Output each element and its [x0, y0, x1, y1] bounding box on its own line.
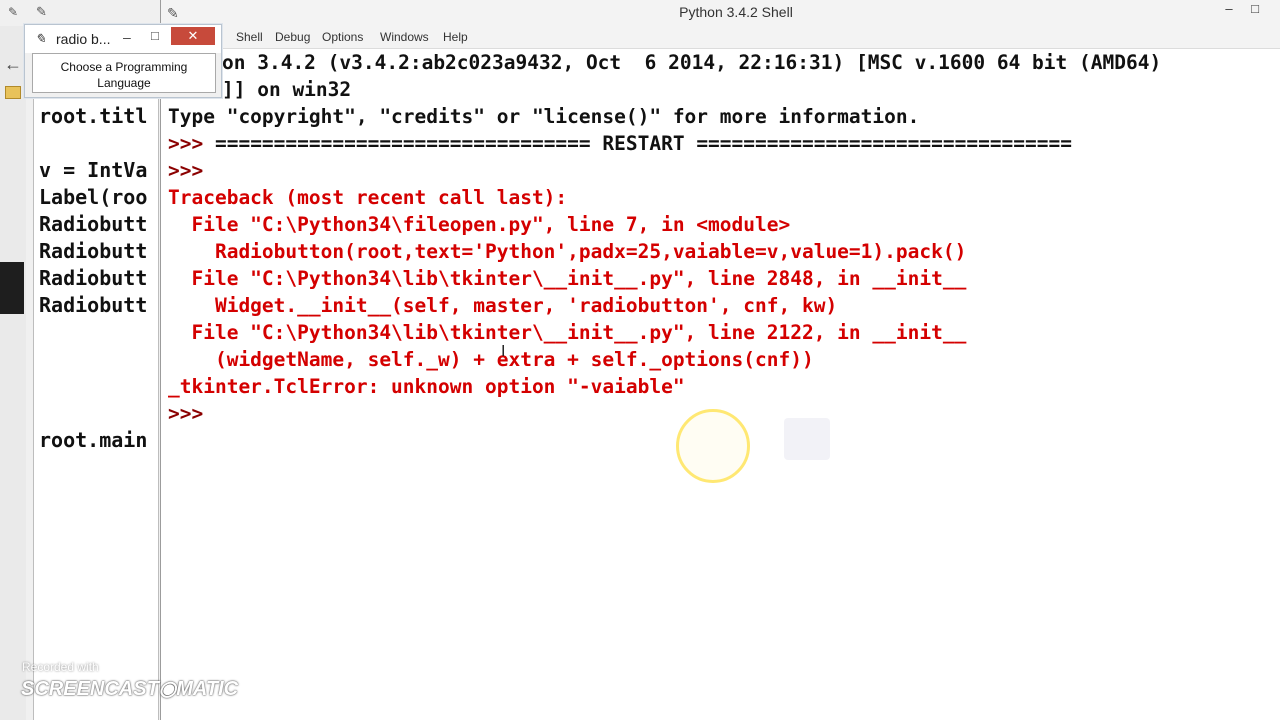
traceback-line: Radiobutton(root,text='Python',padx=25,v… [168, 240, 967, 263]
background-window-titlebar: ✎ ✎ [0, 0, 160, 26]
menu-options[interactable]: Options [322, 30, 363, 44]
shell-prompt: >>> [168, 402, 204, 425]
traceback-line: File "C:\Python34\lib\tkinter\__init__.p… [168, 267, 967, 290]
editor-text-area[interactable]: root.titl v = IntVa Label(roo Radiobutt … [33, 50, 159, 720]
shell-titlebar: ✎ Python 3.4.2 Shell – □ [161, 0, 1280, 26]
radio-button-window[interactable]: ✎ radio b... – □ ✕ Choose a Programming … [24, 24, 222, 98]
feather-icon: ✎ [36, 4, 47, 19]
menu-bar: Shell Debug Options Windows Help [161, 26, 1280, 49]
window-title: Python 3.4.2 Shell [679, 4, 793, 20]
text-cursor-icon: I [501, 343, 506, 360]
minimize-icon[interactable]: – [123, 29, 131, 45]
sidebar-tab[interactable] [0, 262, 24, 314]
shell-prompt: >>> [168, 159, 204, 182]
shell-line: Type "copyright", "credits" or "license(… [168, 105, 920, 128]
click-highlight [676, 409, 750, 483]
traceback-line: Traceback (most recent call last): [168, 186, 568, 209]
menu-help[interactable]: Help [443, 30, 468, 44]
file-explorer-strip: ← [0, 26, 26, 720]
menu-debug[interactable]: Debug [275, 30, 310, 44]
popup-titlebar[interactable]: ✎ radio b... – □ ✕ [25, 25, 221, 53]
back-arrow-icon[interactable]: ← [4, 54, 22, 75]
menu-windows[interactable]: Windows [380, 30, 429, 44]
popup-content: Choose a Programming Language [32, 53, 216, 93]
popup-title: radio b... [56, 31, 111, 47]
traceback-line: File "C:\Python34\fileopen.py", line 7, … [168, 213, 791, 236]
restart-line: >>> ================================ RES… [168, 132, 1072, 155]
shell-line: on 3.4.2 (v3.4.2:ab2c023a9432, Oct 6 201… [222, 51, 1162, 74]
watermark-logo: SCREENCAST◉MATIC [21, 678, 239, 700]
editor-line: Radiobutt [39, 239, 148, 263]
shell-line: ]] on win32 [222, 78, 352, 101]
editor-line: Radiobutt [39, 212, 148, 236]
traceback-line: (widgetName, self._w) + extra + self._op… [168, 348, 814, 371]
python-shell-window: ✎ Python 3.4.2 Shell – □ Shell Debug Opt… [160, 0, 1280, 720]
menu-shell[interactable]: Shell [236, 30, 263, 44]
editor-line: Radiobutt [39, 293, 148, 317]
minimize-icon[interactable]: – [1216, 0, 1242, 20]
error-message: _tkinter.TclError: unknown option "-vaia… [168, 375, 685, 398]
editor-line: Radiobutt [39, 266, 148, 290]
shell-output-area[interactable]: on 3.4.2 (v3.4.2:ab2c023a9432, Oct 6 201… [161, 49, 1280, 720]
maximize-icon[interactable]: □ [1242, 0, 1268, 20]
maximize-icon[interactable]: □ [151, 28, 159, 43]
traceback-line: Widget.__init__(self, master, 'radiobutt… [168, 294, 838, 317]
traceback-line: File "C:\Python34\lib\tkinter\__init__.p… [168, 321, 967, 344]
watermark-caption: Recorded with [22, 660, 99, 674]
choose-language-label: Choose a Programming Language [60, 60, 188, 90]
background-editor-window: ✎ ✎ ← root.titl v = IntVa Label(roo Radi… [0, 0, 160, 720]
editor-line: v = IntVa [39, 158, 148, 182]
feather-icon: ✎ [8, 5, 19, 19]
drag-ghost [784, 418, 830, 460]
close-button[interactable]: ✕ [171, 27, 215, 45]
editor-line: root.titl [39, 104, 148, 128]
folder-icon[interactable] [5, 86, 21, 99]
editor-line: Label(roo [39, 185, 148, 209]
editor-line: root.main [39, 428, 148, 452]
feather-icon: ✎ [35, 31, 46, 46]
